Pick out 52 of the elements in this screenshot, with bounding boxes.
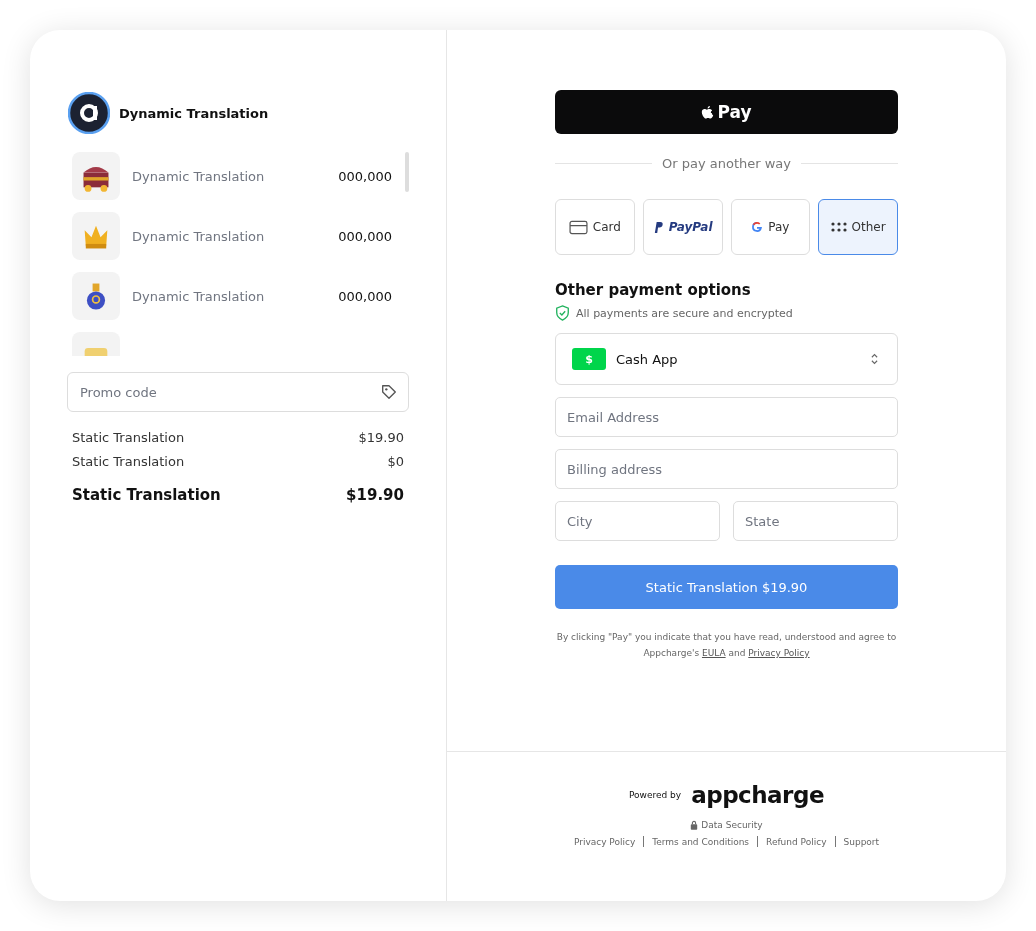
item-image <box>72 272 120 320</box>
payment-method-tab[interactable]: PayPal <box>642 199 723 255</box>
item-name: Dynamic Translation <box>132 168 266 184</box>
text-input-field[interactable]: Billing address <box>555 449 898 489</box>
divider-text: Or pay another way <box>662 156 791 171</box>
paypal-icon <box>652 220 664 234</box>
footer-link[interactable]: Support <box>843 836 880 847</box>
security-note: All payments are secure and encrypted <box>576 306 793 320</box>
brand-logo: appcharge <box>691 782 825 808</box>
payment-method-tab[interactable]: Other <box>818 199 898 255</box>
footer-link[interactable]: Privacy Policy <box>573 836 636 847</box>
apple-pay-button[interactable]: Pay <box>555 90 898 134</box>
credit-card-icon <box>568 219 588 235</box>
summary-label: Static Translation <box>72 429 185 445</box>
footer-link[interactable]: Terms and Conditions <box>652 836 750 847</box>
text-input-field[interactable]: Email Address <box>555 397 898 437</box>
scrollbar[interactable] <box>405 152 409 192</box>
summary-label: Static Translation <box>72 453 185 469</box>
lock-icon <box>690 820 699 830</box>
item-amount: 000,000 <box>338 288 392 304</box>
apple-icon <box>701 104 715 120</box>
google-icon <box>751 221 764 233</box>
item-amount: 000,000 <box>338 168 392 184</box>
tag-icon <box>380 383 398 401</box>
store-name: Dynamic Translation <box>119 105 269 121</box>
data-security-link[interactable]: Data Security <box>701 820 763 830</box>
payment-method-tab[interactable]: Card <box>555 199 635 255</box>
text-input-field[interactable]: City <box>555 501 720 541</box>
privacy-policy-link[interactable]: Privacy Policy <box>748 648 810 658</box>
summary-value: $0 <box>387 453 404 469</box>
section-title: Other payment options <box>555 281 752 299</box>
eula-link[interactable]: EULA <box>701 648 726 658</box>
payment-provider-select[interactable]: $ Cash App <box>555 333 898 385</box>
dots-grid-icon <box>830 222 847 232</box>
summary-value: $19.90 <box>358 429 404 445</box>
item-amount: 000,000 <box>338 228 392 244</box>
item-name: Dynamic Translation <box>132 288 266 304</box>
footer-link[interactable]: Refund Policy <box>766 836 827 847</box>
legal-text: By clicking "Pay" you indicate that you have read, understood and agree to Appcharge's EULA and Privacy Policy <box>555 631 898 660</box>
shield-check-icon <box>555 305 570 321</box>
text-input-field[interactable]: State <box>733 501 898 541</box>
item-name: Dynamic Translation <box>132 228 266 244</box>
store-logo-icon <box>68 92 110 134</box>
powered-by-text: Powered by <box>628 790 682 800</box>
item-image <box>72 152 120 200</box>
promo-code-field[interactable]: Promo code <box>67 372 409 412</box>
cash-app-badge: $ <box>572 348 606 370</box>
payment-method-tab[interactable]: Pay <box>730 199 811 255</box>
summary-label: Static Translation <box>72 486 221 504</box>
item-image <box>72 212 120 260</box>
chevron-up-down-icon <box>870 352 879 366</box>
summary-value: $19.90 <box>346 486 404 504</box>
